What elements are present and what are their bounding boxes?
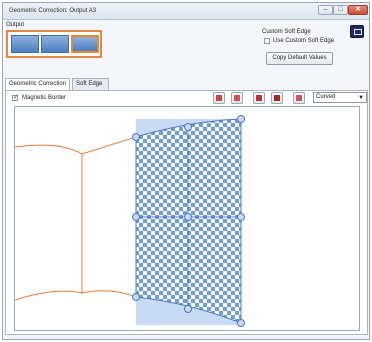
curve-mode-value: Curved bbox=[316, 94, 336, 100]
grid-handle[interactable] bbox=[237, 115, 245, 123]
close-icon: ✕ bbox=[355, 6, 361, 13]
reset-icon[interactable] bbox=[293, 92, 305, 104]
close-button[interactable]: ✕ bbox=[348, 5, 368, 15]
copy-default-values-button[interactable]: Copy Default Values bbox=[266, 52, 333, 65]
grid-handle[interactable] bbox=[132, 213, 140, 221]
warp-canvas[interactable] bbox=[14, 106, 360, 331]
output-label: Output bbox=[6, 22, 25, 28]
use-custom-soft-edge-checkbox[interactable]: Use Custom Soft Edge bbox=[264, 38, 334, 44]
grid-handle[interactable] bbox=[237, 213, 245, 221]
grid-handle[interactable] bbox=[184, 123, 192, 131]
magnetic-border-label: Magnetic Border bbox=[22, 95, 67, 101]
window-title: Geometric Correction: Output A3 bbox=[9, 8, 97, 14]
align-top-right-icon[interactable] bbox=[231, 92, 243, 104]
chevron-down-icon: ▼ bbox=[358, 95, 364, 101]
grid-handle[interactable] bbox=[184, 305, 192, 313]
title-bar: Geometric Correction: Output A3 – □ ✕ bbox=[3, 3, 369, 20]
grid-handle[interactable] bbox=[184, 213, 192, 221]
tab-soft-edge[interactable]: Soft Edge bbox=[72, 78, 109, 90]
minimize-button[interactable]: – bbox=[318, 5, 333, 15]
checkbox-box[interactable] bbox=[264, 38, 270, 44]
curve-mode-select[interactable]: Curved ▼ bbox=[313, 92, 367, 103]
output-tile-2[interactable] bbox=[41, 35, 69, 53]
output-selector bbox=[6, 30, 102, 58]
use-custom-soft-edge-label: Use Custom Soft Edge bbox=[273, 38, 335, 44]
warp-grid-svg[interactable] bbox=[15, 107, 360, 331]
border-bottom-curve bbox=[15, 290, 137, 301]
grid-handle[interactable] bbox=[132, 133, 140, 141]
magnetic-checkbox-box[interactable] bbox=[12, 93, 19, 101]
monitor-icon[interactable] bbox=[350, 25, 364, 38]
maximize-icon: □ bbox=[338, 6, 343, 13]
align-top-left-icon[interactable] bbox=[213, 92, 225, 104]
grid-handle[interactable] bbox=[132, 293, 140, 301]
align-bottom-right-icon[interactable] bbox=[271, 92, 283, 104]
output-tile-3[interactable] bbox=[71, 35, 99, 53]
grid-handle[interactable] bbox=[237, 319, 245, 327]
output-tile-1[interactable] bbox=[11, 35, 39, 53]
align-bottom-left-icon[interactable] bbox=[253, 92, 265, 104]
custom-soft-edge-label: Custom Soft Edge bbox=[262, 29, 311, 35]
maximize-button[interactable]: □ bbox=[333, 5, 348, 15]
minimize-icon: – bbox=[323, 6, 328, 13]
border-top-curve bbox=[15, 136, 137, 155]
magnetic-border-checkbox[interactable]: Magnetic Border bbox=[12, 93, 67, 101]
